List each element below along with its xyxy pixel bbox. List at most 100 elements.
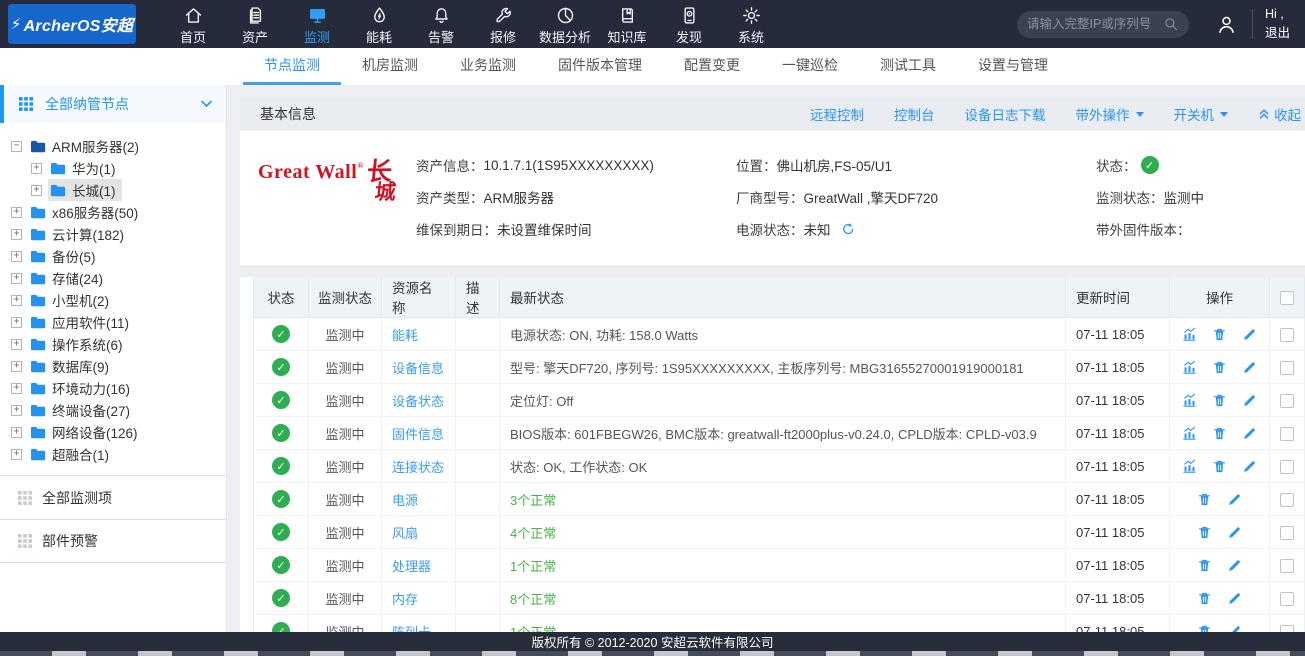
row-checkbox[interactable] bbox=[1280, 328, 1294, 342]
tree-node-2[interactable]: +长城(1) bbox=[0, 179, 226, 201]
row-checkbox[interactable] bbox=[1280, 493, 1294, 507]
delete-icon[interactable] bbox=[1196, 524, 1213, 541]
row-checkbox[interactable] bbox=[1280, 361, 1294, 375]
panel-action-3[interactable]: 带外操作 bbox=[1076, 104, 1144, 124]
collapse-toggle-icon[interactable]: − bbox=[11, 141, 22, 152]
nav-item-analysis[interactable]: 数据分析 bbox=[534, 3, 596, 46]
edit-icon[interactable] bbox=[1241, 425, 1258, 442]
nav-item-assets[interactable]: 资产 bbox=[224, 3, 286, 46]
delete-icon[interactable] bbox=[1211, 359, 1228, 376]
tab-2[interactable]: 业务监测 bbox=[439, 48, 537, 85]
tab-6[interactable]: 测试工具 bbox=[859, 48, 957, 85]
row-checkbox[interactable] bbox=[1280, 559, 1294, 573]
search-box[interactable] bbox=[1017, 11, 1189, 38]
tab-7[interactable]: 设置与管理 bbox=[957, 48, 1069, 85]
expand-toggle-icon[interactable]: + bbox=[11, 251, 22, 262]
nav-item-energy[interactable]: 能耗 bbox=[348, 3, 410, 46]
resource-link[interactable]: 电源 bbox=[392, 493, 418, 508]
resource-link[interactable]: 设备状态 bbox=[392, 394, 444, 409]
tree-node-5[interactable]: +备份(5) bbox=[0, 245, 226, 267]
tab-3[interactable]: 固件版本管理 bbox=[537, 48, 663, 85]
refresh-icon[interactable] bbox=[839, 221, 855, 237]
sidebar-header-all-nodes[interactable]: 全部纳管节点 bbox=[0, 85, 226, 123]
panel-action-4[interactable]: 开关机 bbox=[1174, 104, 1229, 124]
delete-icon[interactable] bbox=[1211, 458, 1228, 475]
row-checkbox[interactable] bbox=[1280, 592, 1294, 606]
tree-node-13[interactable]: +网络设备(126) bbox=[0, 421, 226, 443]
tree-node-6[interactable]: +存储(24) bbox=[0, 267, 226, 289]
tree-node-0[interactable]: −ARM服务器(2) bbox=[0, 135, 226, 157]
delete-icon[interactable] bbox=[1211, 392, 1228, 409]
nav-item-home[interactable]: 首页 bbox=[162, 3, 224, 46]
expand-toggle-icon[interactable]: + bbox=[31, 185, 42, 196]
expand-toggle-icon[interactable]: + bbox=[11, 449, 22, 460]
history-chart-icon[interactable] bbox=[1181, 425, 1198, 442]
tree-node-7[interactable]: +小型机(2) bbox=[0, 289, 226, 311]
edit-icon[interactable] bbox=[1226, 491, 1243, 508]
horizontal-scrollbar[interactable] bbox=[0, 651, 1305, 656]
nav-item-knowledge[interactable]: 知识库 bbox=[596, 3, 658, 46]
expand-toggle-icon[interactable]: + bbox=[11, 383, 22, 394]
tree-node-12[interactable]: +终端设备(27) bbox=[0, 399, 226, 421]
tree-node-14[interactable]: +超融合(1) bbox=[0, 443, 226, 465]
edit-icon[interactable] bbox=[1241, 359, 1258, 376]
edit-icon[interactable] bbox=[1226, 524, 1243, 541]
nav-item-system[interactable]: 系统 bbox=[720, 3, 782, 46]
tree-node-10[interactable]: +数据库(9) bbox=[0, 355, 226, 377]
row-checkbox[interactable] bbox=[1280, 427, 1294, 441]
delete-icon[interactable] bbox=[1196, 491, 1213, 508]
expand-toggle-icon[interactable]: + bbox=[11, 229, 22, 240]
row-checkbox[interactable] bbox=[1280, 460, 1294, 474]
expand-toggle-icon[interactable]: + bbox=[11, 361, 22, 372]
expand-toggle-icon[interactable]: + bbox=[11, 317, 22, 328]
resource-link[interactable]: 连接状态 bbox=[392, 460, 444, 475]
panel-action-1[interactable]: 控制台 bbox=[894, 104, 935, 124]
edit-icon[interactable] bbox=[1241, 458, 1258, 475]
tab-1[interactable]: 机房监测 bbox=[341, 48, 439, 85]
resource-link[interactable]: 设备信息 bbox=[392, 361, 444, 376]
delete-icon[interactable] bbox=[1196, 590, 1213, 607]
tab-0[interactable]: 节点监测 bbox=[243, 48, 341, 85]
expand-toggle-icon[interactable]: + bbox=[11, 295, 22, 306]
tree-node-8[interactable]: +应用软件(11) bbox=[0, 311, 226, 333]
sidebar-section-0[interactable]: 全部监测项 bbox=[0, 475, 226, 519]
edit-icon[interactable] bbox=[1241, 392, 1258, 409]
delete-icon[interactable] bbox=[1211, 326, 1228, 343]
history-chart-icon[interactable] bbox=[1181, 359, 1198, 376]
row-checkbox[interactable] bbox=[1280, 394, 1294, 408]
resource-link[interactable]: 固件信息 bbox=[392, 427, 444, 442]
tree-node-1[interactable]: +华为(1) bbox=[0, 157, 226, 179]
resource-link[interactable]: 处理器 bbox=[392, 559, 431, 574]
tree-node-9[interactable]: +操作系统(6) bbox=[0, 333, 226, 355]
row-checkbox[interactable] bbox=[1280, 526, 1294, 540]
history-chart-icon[interactable] bbox=[1181, 392, 1198, 409]
search-icon[interactable] bbox=[1163, 16, 1179, 32]
sidebar-section-1[interactable]: 部件预警 bbox=[0, 519, 226, 563]
expand-toggle-icon[interactable]: + bbox=[11, 207, 22, 218]
nav-item-repair[interactable]: 报修 bbox=[472, 3, 534, 46]
search-input[interactable] bbox=[1027, 17, 1163, 31]
logout-link[interactable]: 退出 bbox=[1265, 24, 1305, 43]
nav-item-monitor[interactable]: 监测 bbox=[286, 3, 348, 46]
history-chart-icon[interactable] bbox=[1181, 326, 1198, 343]
resource-link[interactable]: 能耗 bbox=[392, 328, 418, 343]
expand-toggle-icon[interactable]: + bbox=[11, 339, 22, 350]
panel-action-2[interactable]: 设备日志下载 bbox=[965, 104, 1046, 124]
tree-node-4[interactable]: +云计算(182) bbox=[0, 223, 226, 245]
history-chart-icon[interactable] bbox=[1181, 458, 1198, 475]
tab-4[interactable]: 配置变更 bbox=[663, 48, 761, 85]
expand-toggle-icon[interactable]: + bbox=[31, 163, 42, 174]
tree-node-11[interactable]: +环境动力(16) bbox=[0, 377, 226, 399]
expand-toggle-icon[interactable]: + bbox=[11, 405, 22, 416]
user-icon[interactable] bbox=[1215, 13, 1238, 36]
collapse-link[interactable]: 收起 bbox=[1258, 104, 1301, 124]
delete-icon[interactable] bbox=[1196, 557, 1213, 574]
resource-link[interactable]: 风扇 bbox=[392, 526, 418, 541]
edit-icon[interactable] bbox=[1226, 557, 1243, 574]
resource-link[interactable]: 内存 bbox=[392, 592, 418, 607]
expand-toggle-icon[interactable]: + bbox=[11, 273, 22, 284]
tree-node-3[interactable]: +x86服务器(50) bbox=[0, 201, 226, 223]
delete-icon[interactable] bbox=[1211, 425, 1228, 442]
tab-5[interactable]: 一键巡检 bbox=[761, 48, 859, 85]
chevron-down-icon[interactable] bbox=[201, 100, 212, 108]
